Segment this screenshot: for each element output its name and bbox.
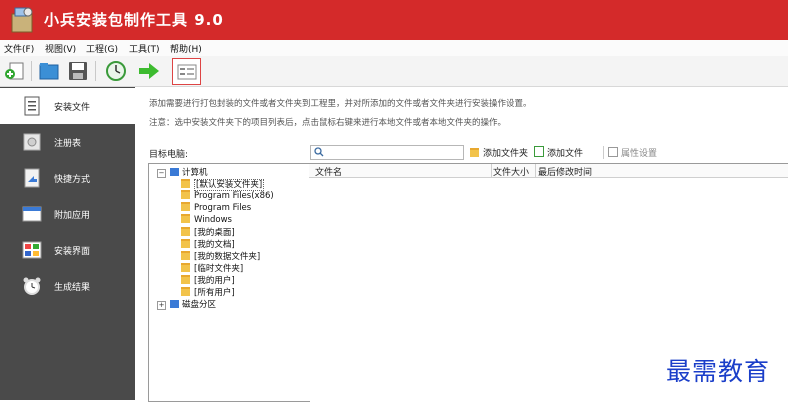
add-folder-button[interactable]: 添加文件夹 <box>470 146 528 159</box>
column-file-size[interactable]: 文件大小 <box>493 165 529 178</box>
sidebar-item-install-ui[interactable]: 安装界面 <box>0 232 135 268</box>
properties-icon <box>177 64 196 79</box>
collapse-toggle[interactable]: − <box>157 169 166 178</box>
file-list-header: 文件名 文件大小 最后修改时间 <box>309 164 788 178</box>
hint-text: 添加需要进行打包封装的文件或者文件夹到工程里，并对所添加的文件或者文件夹进行安装… <box>149 99 532 109</box>
compile-button[interactable] <box>104 59 128 83</box>
tree-node-windows[interactable]: Windows <box>181 214 232 225</box>
add-file-label: 添加文件 <box>547 149 584 159</box>
sidebar-item-registry[interactable]: 注册表 <box>0 124 135 160</box>
sidebar-item-install-files[interactable]: 安装文件 <box>0 88 135 124</box>
title-bar: 小兵安装包制作工具 9.0 <box>0 0 788 40</box>
computer-icon <box>170 168 179 176</box>
properties-button[interactable] <box>172 58 201 85</box>
sidebar-item-extra-app[interactable]: 附加应用 <box>0 196 135 232</box>
toolbar-separator <box>95 61 96 81</box>
extra-app-icon <box>22 206 42 222</box>
sidebar-item-label: 附加应用 <box>54 211 91 221</box>
registry-icon <box>23 133 41 151</box>
folder-icon <box>181 227 190 236</box>
save-icon <box>69 62 87 80</box>
target-tree[interactable]: − 计算机 [默认安装文件夹] Program Files(x86) Progr… <box>148 163 310 402</box>
sidebar-item-shortcut[interactable]: 快捷方式 <box>0 160 135 196</box>
install-files-icon <box>24 96 40 116</box>
tree-node-data-folder[interactable]: [我的数据文件夹] <box>181 250 260 262</box>
toolbar <box>0 56 788 87</box>
menu-help[interactable]: 帮助(H) <box>170 42 202 55</box>
sidebar-item-label: 快捷方式 <box>54 175 91 185</box>
folder-icon <box>181 275 190 284</box>
install-ui-icon <box>22 241 42 259</box>
shortcut-icon <box>24 168 40 188</box>
sidebar: 安装文件 注册表 快捷方式 附加应用 安装界面 生成结果 <box>0 87 135 400</box>
tree-node-disk-partition[interactable]: 磁盘分区 <box>170 298 216 310</box>
add-file-icon <box>5 62 24 80</box>
sidebar-item-label: 安装界面 <box>54 247 91 257</box>
folder-icon <box>181 239 190 248</box>
column-divider <box>535 164 536 177</box>
build-result-icon <box>23 277 41 295</box>
add-file-button[interactable] <box>3 59 27 83</box>
properties-action-button[interactable]: 属性设置 <box>603 146 657 159</box>
tree-node-computer[interactable]: 计算机 <box>170 166 208 178</box>
sidebar-item-label: 注册表 <box>54 139 82 149</box>
menu-bar: 文件(F) 视图(V) 工程(G) 工具(T) 帮助(H) <box>0 40 788 57</box>
sidebar-item-build-result[interactable]: 生成结果 <box>0 268 135 304</box>
tree-node-all-users[interactable]: [所有用户] <box>181 286 235 298</box>
open-folder-icon <box>39 63 59 80</box>
tree-node-documents[interactable]: [我的文档] <box>181 238 235 250</box>
save-button[interactable] <box>66 59 90 83</box>
folder-icon <box>470 148 479 157</box>
menu-project[interactable]: 工程(G) <box>86 42 118 55</box>
properties-small-icon <box>608 147 618 157</box>
folder-icon <box>181 251 190 260</box>
app-logo-icon <box>11 7 33 33</box>
folder-icon <box>181 263 190 272</box>
watermark: 最需教育 <box>666 357 771 386</box>
menu-file[interactable]: 文件(F) <box>4 42 34 55</box>
toolbar-separator <box>31 61 32 81</box>
column-divider <box>491 164 492 177</box>
menu-view[interactable]: 视图(V) <box>45 42 76 55</box>
properties-label: 属性设置 <box>621 149 658 159</box>
run-button[interactable] <box>137 59 161 83</box>
target-computer-label: 目标电脑: <box>149 150 189 160</box>
note-text: 注意：选中安装文件夹下的项目列表后，点击鼠标右键来进行本地文件或者本地文件夹的操… <box>149 118 507 128</box>
menu-tools[interactable]: 工具(T) <box>129 42 160 55</box>
folder-icon <box>181 287 190 296</box>
folder-icon <box>181 202 190 211</box>
tree-node-default-folder[interactable]: [默认安装文件夹] <box>181 178 265 191</box>
tree-node-my-user[interactable]: [我的用户] <box>181 274 235 286</box>
compile-icon <box>106 61 126 81</box>
column-modified-time[interactable]: 最后修改时间 <box>538 165 592 178</box>
folder-icon <box>181 190 190 199</box>
folder-icon <box>181 179 190 188</box>
folder-icon <box>181 214 190 223</box>
tree-node-program-files[interactable]: Program Files <box>181 202 251 213</box>
window-title: 小兵安装包制作工具 9.0 <box>44 11 224 29</box>
add-folder-label: 添加文件夹 <box>483 149 529 159</box>
expand-toggle[interactable]: + <box>157 301 166 310</box>
tree-node-temp-folder[interactable]: [临时文件夹] <box>181 262 243 274</box>
open-button[interactable] <box>37 59 61 83</box>
column-file-name[interactable]: 文件名 <box>315 165 342 178</box>
search-input[interactable] <box>310 145 464 160</box>
add-file-action-button[interactable]: 添加文件 <box>534 146 583 159</box>
search-icon <box>314 147 324 157</box>
sidebar-item-label: 生成结果 <box>54 283 91 293</box>
tree-node-program-files-x86[interactable]: Program Files(x86) <box>181 190 274 201</box>
sidebar-item-label: 安装文件 <box>54 103 91 113</box>
add-file-small-icon <box>534 146 544 157</box>
disk-icon <box>170 300 179 308</box>
tree-node-desktop[interactable]: [我的桌面] <box>181 226 235 238</box>
run-arrow-icon <box>139 63 159 79</box>
